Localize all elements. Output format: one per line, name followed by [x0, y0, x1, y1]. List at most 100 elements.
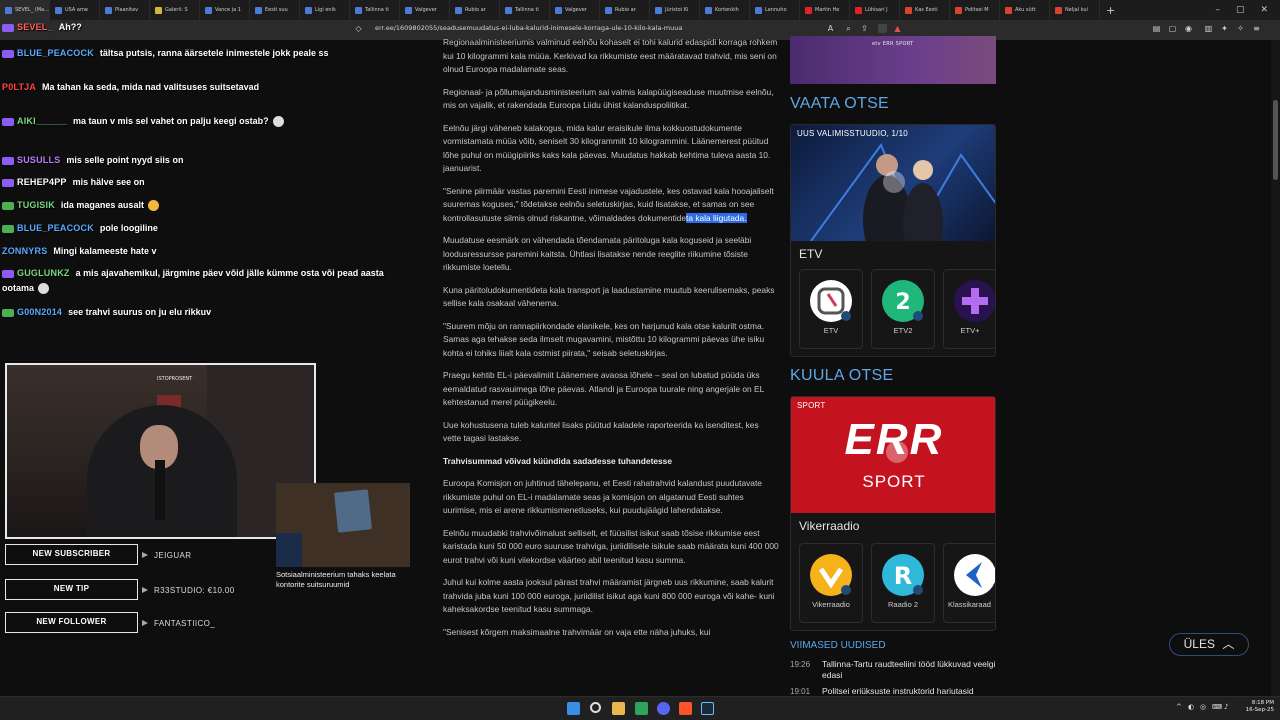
microphone-image: [155, 460, 165, 520]
browser-tab[interactable]: Galerii: S: [150, 0, 200, 20]
keyboard-icon[interactable]: ⌨: [1212, 703, 1222, 711]
chat-username[interactable]: ZONNYRS: [2, 246, 47, 256]
tv-live-card[interactable]: UUS VALIMISSTUUDIO, 1/10 ETV ETV 2 ETV2 …: [790, 124, 996, 357]
browser-tab[interactable]: Kas Eesti: [900, 0, 950, 20]
sidebar-banner[interactable]: etv ERR SPORT: [790, 36, 996, 84]
tray-icon[interactable]: ◐: [1188, 703, 1194, 711]
news-thumbnail-caption[interactable]: Sotsiaalministeerium tahaks keelata kont…: [276, 570, 410, 590]
volume-icon[interactable]: ♪: [1224, 703, 1228, 711]
browser-tab[interactable]: Martin He: [800, 0, 850, 20]
close-icon[interactable]: ✕: [1260, 5, 1268, 15]
windows-start-icon[interactable]: [567, 702, 580, 715]
browser-tab[interactable]: Vance ja 1: [200, 0, 250, 20]
channel-tile-etvplus[interactable]: ETV+: [943, 269, 995, 349]
chat-message: BLUE_PEACOCK tältsa putsis, ranna äärsete…: [2, 46, 412, 61]
chat-username[interactable]: GUGLUNKZ: [17, 268, 70, 278]
chat-username[interactable]: SUSULLS: [17, 155, 60, 165]
browser-tab[interactable]: Valgever: [400, 0, 450, 20]
menu-icon[interactable]: ≡: [1252, 24, 1261, 33]
translate-icon[interactable]: A: [826, 24, 835, 33]
selected-text[interactable]: ta kala liigutada.: [686, 212, 747, 223]
brave-browser-icon[interactable]: [679, 702, 692, 715]
discord-icon[interactable]: [657, 702, 670, 715]
vaata-otse-heading[interactable]: VAATA OTSE: [790, 95, 889, 113]
chat-username[interactable]: REHEP4PP: [17, 177, 67, 187]
new-tab-icon[interactable]: +: [1100, 4, 1121, 17]
browser-tab[interactable]: Kortenkih: [700, 0, 750, 20]
channel-label: ETV2: [893, 326, 913, 335]
browser-tab[interactable]: Rubio ar: [450, 0, 500, 20]
channel-tile-raadio2[interactable]: R Raadio 2: [871, 543, 935, 623]
zoom-icon[interactable]: ⌕: [844, 24, 853, 33]
chevron-up-icon: ︿: [1222, 637, 1235, 651]
browser-tab[interactable]: Lennuho: [750, 0, 800, 20]
back-to-top-button[interactable]: ÜLES ︿: [1169, 633, 1249, 656]
browser-tab[interactable]: Neljal kui: [1050, 0, 1100, 20]
url-field[interactable]: err.ee/1609802055/seadusemuudatus-ei-lub…: [375, 24, 682, 32]
brave-shield-icon[interactable]: ▲: [893, 24, 902, 33]
channel-tile-klassikaraadio[interactable]: Klassikaraad: [943, 543, 995, 623]
file-explorer-icon[interactable]: [612, 702, 625, 715]
browser-tab[interactable]: Politsei M: [950, 0, 1000, 20]
steam-icon[interactable]: [701, 702, 714, 715]
chat-username[interactable]: G00N2014: [17, 307, 62, 317]
channel-label: ETV+: [960, 326, 980, 335]
browser-tab[interactable]: Ligi enik: [300, 0, 350, 20]
chat-text: Ma tahan ka seda, mida nad valitsuses su…: [42, 82, 260, 92]
window-controls: – ▢ ✕: [1215, 5, 1280, 15]
chat-username[interactable]: AIKI______: [17, 116, 67, 126]
play-icon[interactable]: [883, 171, 905, 193]
channel-tile-vikerraadio[interactable]: Vikerraadio: [799, 543, 863, 623]
browser-tab[interactable]: Rubio ar: [600, 0, 650, 20]
tray-icon[interactable]: ◎: [1200, 703, 1206, 711]
browser-tab[interactable]: Tallinna ti: [500, 0, 550, 20]
chevron-up-icon[interactable]: ^: [1176, 703, 1182, 711]
article-paragraph: Praegu kehtib EL-i päevalimiit Läänemere…: [443, 370, 764, 407]
scrollbar-thumb[interactable]: [1273, 100, 1278, 180]
new-tip-alert: NEW TIP: [5, 579, 138, 600]
share-icon[interactable]: ⇪: [860, 24, 869, 33]
wallet-icon[interactable]: ▢: [1168, 24, 1177, 33]
news-headline[interactable]: Tallinna-Tartu raudteeliini tööd lükkuva…: [822, 659, 997, 681]
tv-live-thumbnail[interactable]: UUS VALIMISSTUUDIO, 1/10: [791, 125, 995, 241]
browser-tab[interactable]: Tallinna ti: [350, 0, 400, 20]
kuula-otse-heading[interactable]: KUULA OTSE: [790, 367, 893, 385]
page-scrollbar[interactable]: [1271, 40, 1280, 696]
channel-tile-etv[interactable]: ETV: [799, 269, 863, 349]
leo-icon[interactable]: ✧: [1236, 24, 1245, 33]
browser-tab[interactable]: SEVEL_ (Ma...: [0, 0, 50, 20]
browser-tab[interactable]: Plaanitav: [100, 0, 150, 20]
search-icon[interactable]: [590, 702, 601, 713]
chat-username[interactable]: BLUE_PEACOCK: [17, 223, 94, 233]
sidebar-toggle-icon[interactable]: ▤: [1152, 24, 1161, 33]
news-thumbnail[interactable]: [276, 483, 410, 567]
browser-tab[interactable]: Jüristoi Ki: [650, 0, 700, 20]
browser-tab[interactable]: Eesti suu: [250, 0, 300, 20]
app-icon[interactable]: [635, 702, 648, 715]
chat-username[interactable]: SEVEL_: [17, 22, 53, 32]
minimize-icon[interactable]: –: [1215, 5, 1220, 15]
browser-tab[interactable]: Aku sütt: [1000, 0, 1050, 20]
chat-username[interactable]: P0LTJA: [2, 82, 36, 92]
puzzle-icon[interactable]: ✦: [1220, 24, 1229, 33]
chat-username[interactable]: TUGISIK: [17, 200, 55, 210]
article-paragraph: Regionaalministeeriumis valminud eelnõu …: [443, 37, 778, 74]
extension-icon[interactable]: [878, 24, 887, 33]
latest-news-heading[interactable]: VIIMASED UUDISED: [790, 640, 886, 651]
radio-live-thumbnail[interactable]: SPORT ERR SPORT: [791, 397, 995, 513]
radio-live-card[interactable]: SPORT ERR SPORT Vikerraadio Vikerraadio …: [790, 396, 996, 631]
taskbar-clock[interactable]: 8:18 PM 16-Sep-25: [1234, 700, 1274, 714]
news-item[interactable]: 19:26 Tallinna-Tartu raudteeliini tööd l…: [790, 659, 996, 683]
panel-icon[interactable]: ▥: [1204, 24, 1213, 33]
globe-favicon-icon: [355, 6, 362, 14]
vpn-icon[interactable]: ◉: [1184, 24, 1193, 33]
article-paragraph: "Senine piirmäär vastas paremini Eesti i…: [443, 185, 779, 226]
article-paragraph: Juhul kui kolme aasta jooksul pärast tra…: [443, 577, 775, 614]
browser-tab[interactable]: Valgever: [550, 0, 600, 20]
channel-tile-etv2[interactable]: 2 ETV2: [871, 269, 935, 349]
browser-tab[interactable]: USA ame: [50, 0, 100, 20]
maximize-icon[interactable]: ▢: [1236, 5, 1245, 15]
browser-tab[interactable]: Lühisari J: [850, 0, 900, 20]
chat-username[interactable]: BLUE_PEACOCK: [17, 48, 94, 58]
play-icon[interactable]: [886, 441, 908, 463]
